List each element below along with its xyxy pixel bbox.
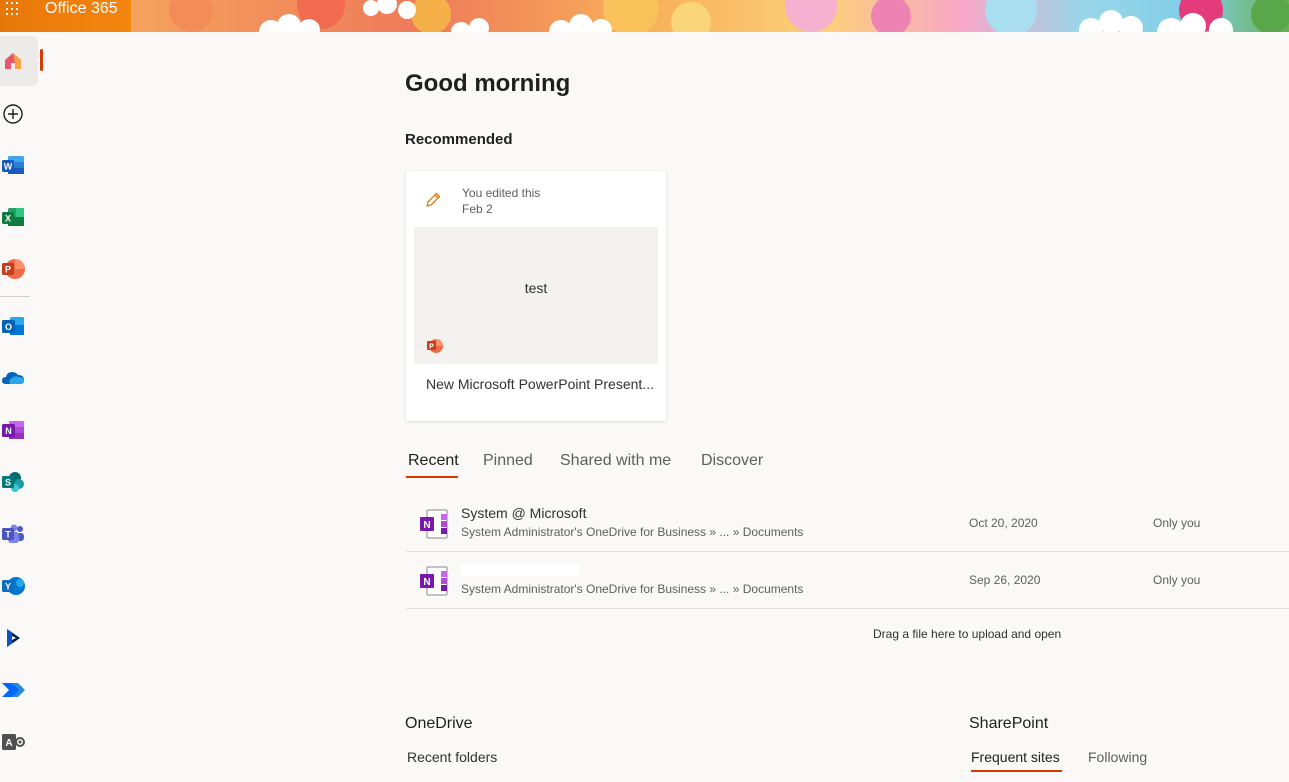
file-sharing: Only you — [1153, 573, 1201, 587]
rail-item-onedrive[interactable] — [0, 353, 38, 403]
file-path: System Administrator's OneDrive for Busi… — [461, 582, 804, 596]
sharepoint-heading[interactable]: SharePoint — [969, 715, 1048, 733]
teams-icon: T — [2, 524, 24, 543]
onenote-icon: N — [420, 509, 448, 539]
recommended-card[interactable]: You edited this Feb 2 test P New Microso… — [406, 171, 666, 421]
svg-text:X: X — [5, 214, 11, 224]
file-thumbnail[interactable]: test P — [414, 227, 658, 364]
thumbnail-text: test — [524, 280, 548, 296]
rail-item-admin[interactable]: A — [0, 717, 38, 767]
rail-item-create[interactable] — [0, 89, 38, 139]
app-title[interactable]: Office 365 — [45, 0, 118, 18]
svg-text:O: O — [5, 322, 12, 332]
svg-text:N: N — [5, 426, 12, 436]
file-date: Oct 20, 2020 — [969, 516, 1038, 530]
greeting-heading: Good morning — [405, 70, 571, 97]
power-automate-icon — [2, 683, 25, 697]
svg-text:W: W — [4, 162, 13, 172]
tab-recent[interactable]: Recent — [408, 452, 459, 470]
sharepoint-tab-indicator — [971, 770, 1062, 772]
tab-following[interactable]: Following — [1088, 749, 1147, 765]
rail-item-sharepoint[interactable]: S — [0, 457, 38, 507]
top-header: Office 365 — [0, 0, 1289, 32]
recent-folders-heading: Recent folders — [407, 749, 498, 765]
home-icon — [5, 53, 21, 69]
rail-item-teams[interactable]: T — [0, 509, 38, 559]
app-rail: W X P O N S T Y A — [0, 32, 44, 782]
active-indicator — [40, 49, 43, 71]
yammer-icon: Y — [2, 577, 25, 595]
rail-item-power-automate[interactable] — [0, 665, 38, 715]
redacted-file-name — [461, 564, 579, 576]
rail-item-yammer[interactable]: Y — [0, 561, 38, 611]
file-row[interactable]: N System Administrator's OneDrive for Bu… — [406, 552, 1289, 609]
file-row[interactable]: N System @ Microsoft System Administrato… — [406, 495, 1289, 552]
admin-icon: A — [2, 734, 25, 750]
tab-pinned[interactable]: Pinned — [483, 452, 533, 470]
outlook-icon: O — [2, 317, 24, 335]
app-launcher-icon[interactable] — [6, 2, 20, 16]
tab-discover[interactable]: Discover — [701, 452, 763, 470]
recommended-activity: You edited this Feb 2 — [462, 185, 540, 217]
tab-frequent-sites[interactable]: Frequent sites — [971, 749, 1060, 765]
header-banner-art — [131, 0, 1289, 32]
svg-text:P: P — [429, 344, 434, 351]
add-circle-icon — [3, 104, 23, 124]
powerpoint-icon: P — [427, 339, 443, 353]
svg-text:N: N — [423, 577, 430, 588]
excel-icon: X — [2, 208, 24, 226]
rail-item-dynamics[interactable] — [0, 613, 38, 663]
file-sharing: Only you — [1153, 516, 1201, 530]
activity-text: You edited this — [462, 186, 541, 200]
rail-item-outlook[interactable]: O — [0, 301, 38, 351]
powerpoint-icon: P — [2, 259, 25, 279]
onenote-icon: N — [420, 566, 448, 596]
rail-item-excel[interactable]: X — [0, 192, 38, 242]
svg-text:P: P — [5, 265, 11, 275]
onedrive-icon — [2, 372, 24, 384]
drag-upload-hint[interactable]: Drag a file here to upload and open — [873, 627, 1061, 641]
sharepoint-icon: S — [2, 472, 24, 492]
pencil-edit-icon — [426, 192, 441, 207]
svg-text:N: N — [423, 520, 430, 531]
file-date: Sep 26, 2020 — [969, 573, 1041, 587]
svg-text:T: T — [5, 530, 11, 540]
rail-divider — [0, 296, 30, 297]
onedrive-heading[interactable]: OneDrive — [405, 715, 473, 733]
brand-bar: Office 365 — [0, 0, 131, 32]
activity-date: Feb 2 — [462, 202, 493, 216]
tab-shared-with-me[interactable]: Shared with me — [560, 452, 671, 470]
recommended-heading: Recommended — [405, 131, 513, 148]
dynamics-icon — [7, 629, 20, 647]
svg-text:Y: Y — [5, 582, 11, 592]
rail-item-powerpoint[interactable]: P — [0, 244, 38, 294]
rail-item-word[interactable]: W — [0, 140, 38, 190]
rail-item-home[interactable] — [0, 36, 38, 86]
file-name[interactable]: System @ Microsoft — [461, 505, 586, 521]
file-path: System Administrator's OneDrive for Busi… — [461, 525, 804, 539]
svg-text:S: S — [5, 478, 11, 488]
onenote-icon: N — [2, 421, 24, 439]
recommended-file-name[interactable]: New Microsoft PowerPoint Present... — [426, 376, 661, 392]
svg-text:A: A — [5, 738, 12, 749]
tab-active-indicator — [406, 476, 458, 478]
word-icon: W — [2, 156, 24, 174]
rail-item-onenote[interactable]: N — [0, 405, 38, 455]
